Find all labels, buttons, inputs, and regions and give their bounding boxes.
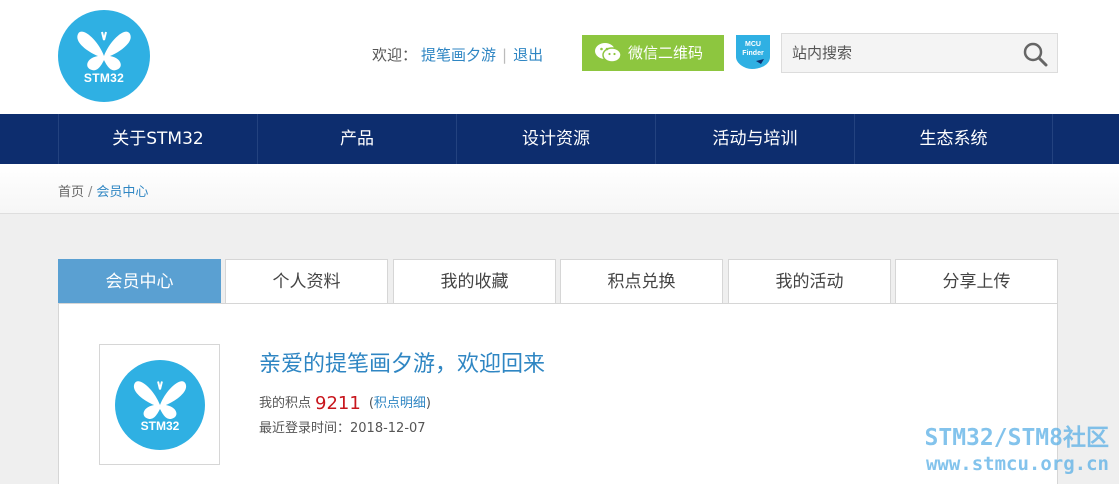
nav-item-ecosystem[interactable]: 生态系统 <box>854 114 1053 164</box>
search-input[interactable] <box>792 42 1012 64</box>
mcu-finder-text-2: Finder <box>742 50 764 57</box>
main-nav: 关于STM32 产品 设计资源 活动与培训 生态系统 <box>0 114 1119 164</box>
tab-my-activities[interactable]: 我的活动 <box>728 259 891 303</box>
member-panel: STM32 亲爱的提笔画夕游，欢迎回来 我的积点 9211 (积点明细) 最近登录时… <box>58 303 1058 484</box>
watermark: STM32/STM8社区 www.stmcu.org.cn <box>925 424 1109 476</box>
welcome-area: 欢迎： 提笔画夕游 | 退出 <box>372 44 543 65</box>
wechat-icon <box>595 43 622 63</box>
nav-item-design-resources[interactable]: 设计资源 <box>456 114 655 164</box>
greeting: 亲爱的提笔画夕游，欢迎回来 <box>259 352 546 377</box>
wechat-qrcode-button[interactable]: 微信二维码 <box>582 35 724 71</box>
logo-text: STM32 <box>83 71 125 85</box>
points-line: 我的积点 9211 (积点明细) <box>259 392 431 414</box>
points-detail-link[interactable]: 积点明细 <box>374 396 426 411</box>
last-login: 最近登录时间：2018-12-07 <box>259 421 426 436</box>
tab-points-exchange[interactable]: 积点兑换 <box>560 259 723 303</box>
breadcrumb-slash: / <box>88 185 93 200</box>
mcu-finder-text-1: MCU <box>745 41 761 48</box>
avatar-text: STM32 <box>140 419 180 433</box>
avatar-logo: STM32 <box>115 360 205 450</box>
search-box <box>781 33 1058 73</box>
watermark-line1: STM32/STM8社区 <box>924 425 1109 451</box>
tab-share-upload[interactable]: 分享上传 <box>895 259 1058 303</box>
mcu-finder-icon[interactable]: MCU Finder <box>734 33 772 71</box>
separator: | <box>502 46 508 64</box>
breadcrumb-current[interactable]: 会员中心 <box>96 185 148 200</box>
tab-member-center[interactable]: 会员中心 <box>58 259 221 303</box>
watermark-line2: www.stmcu.org.cn <box>925 453 1109 475</box>
search-icon[interactable] <box>1022 41 1048 67</box>
breadcrumb: 首页 / 会员中心 <box>58 181 148 200</box>
wechat-label: 微信二维码 <box>628 44 704 62</box>
breadcrumb-home[interactable]: 首页 <box>58 185 84 200</box>
logout-link[interactable]: 退出 <box>513 46 543 64</box>
points-value: 9211 <box>315 393 361 414</box>
welcome-label: 欢迎： <box>372 46 418 64</box>
breadcrumb-bar: 首页 / 会员中心 <box>0 164 1119 214</box>
points-label: 我的积点 <box>259 396 312 411</box>
nav-item-events-training[interactable]: 活动与培训 <box>655 114 854 164</box>
nav-item-products[interactable]: 产品 <box>257 114 456 164</box>
username-link[interactable]: 提笔画夕游 <box>421 46 496 64</box>
paren-close: ) <box>425 396 431 411</box>
butterfly-icon <box>77 31 131 71</box>
butterfly-icon <box>133 381 187 420</box>
avatar: STM32 <box>99 344 220 465</box>
tab-favorites[interactable]: 我的收藏 <box>393 259 556 303</box>
stm32-logo[interactable]: STM32 <box>58 10 150 102</box>
tab-profile[interactable]: 个人资料 <box>225 259 388 303</box>
nav-item-about[interactable]: 关于STM32 <box>58 114 257 164</box>
site-header: STM32 欢迎： 提笔画夕游 | 退出 微信二维码 MCU Finder <box>0 0 1119 114</box>
